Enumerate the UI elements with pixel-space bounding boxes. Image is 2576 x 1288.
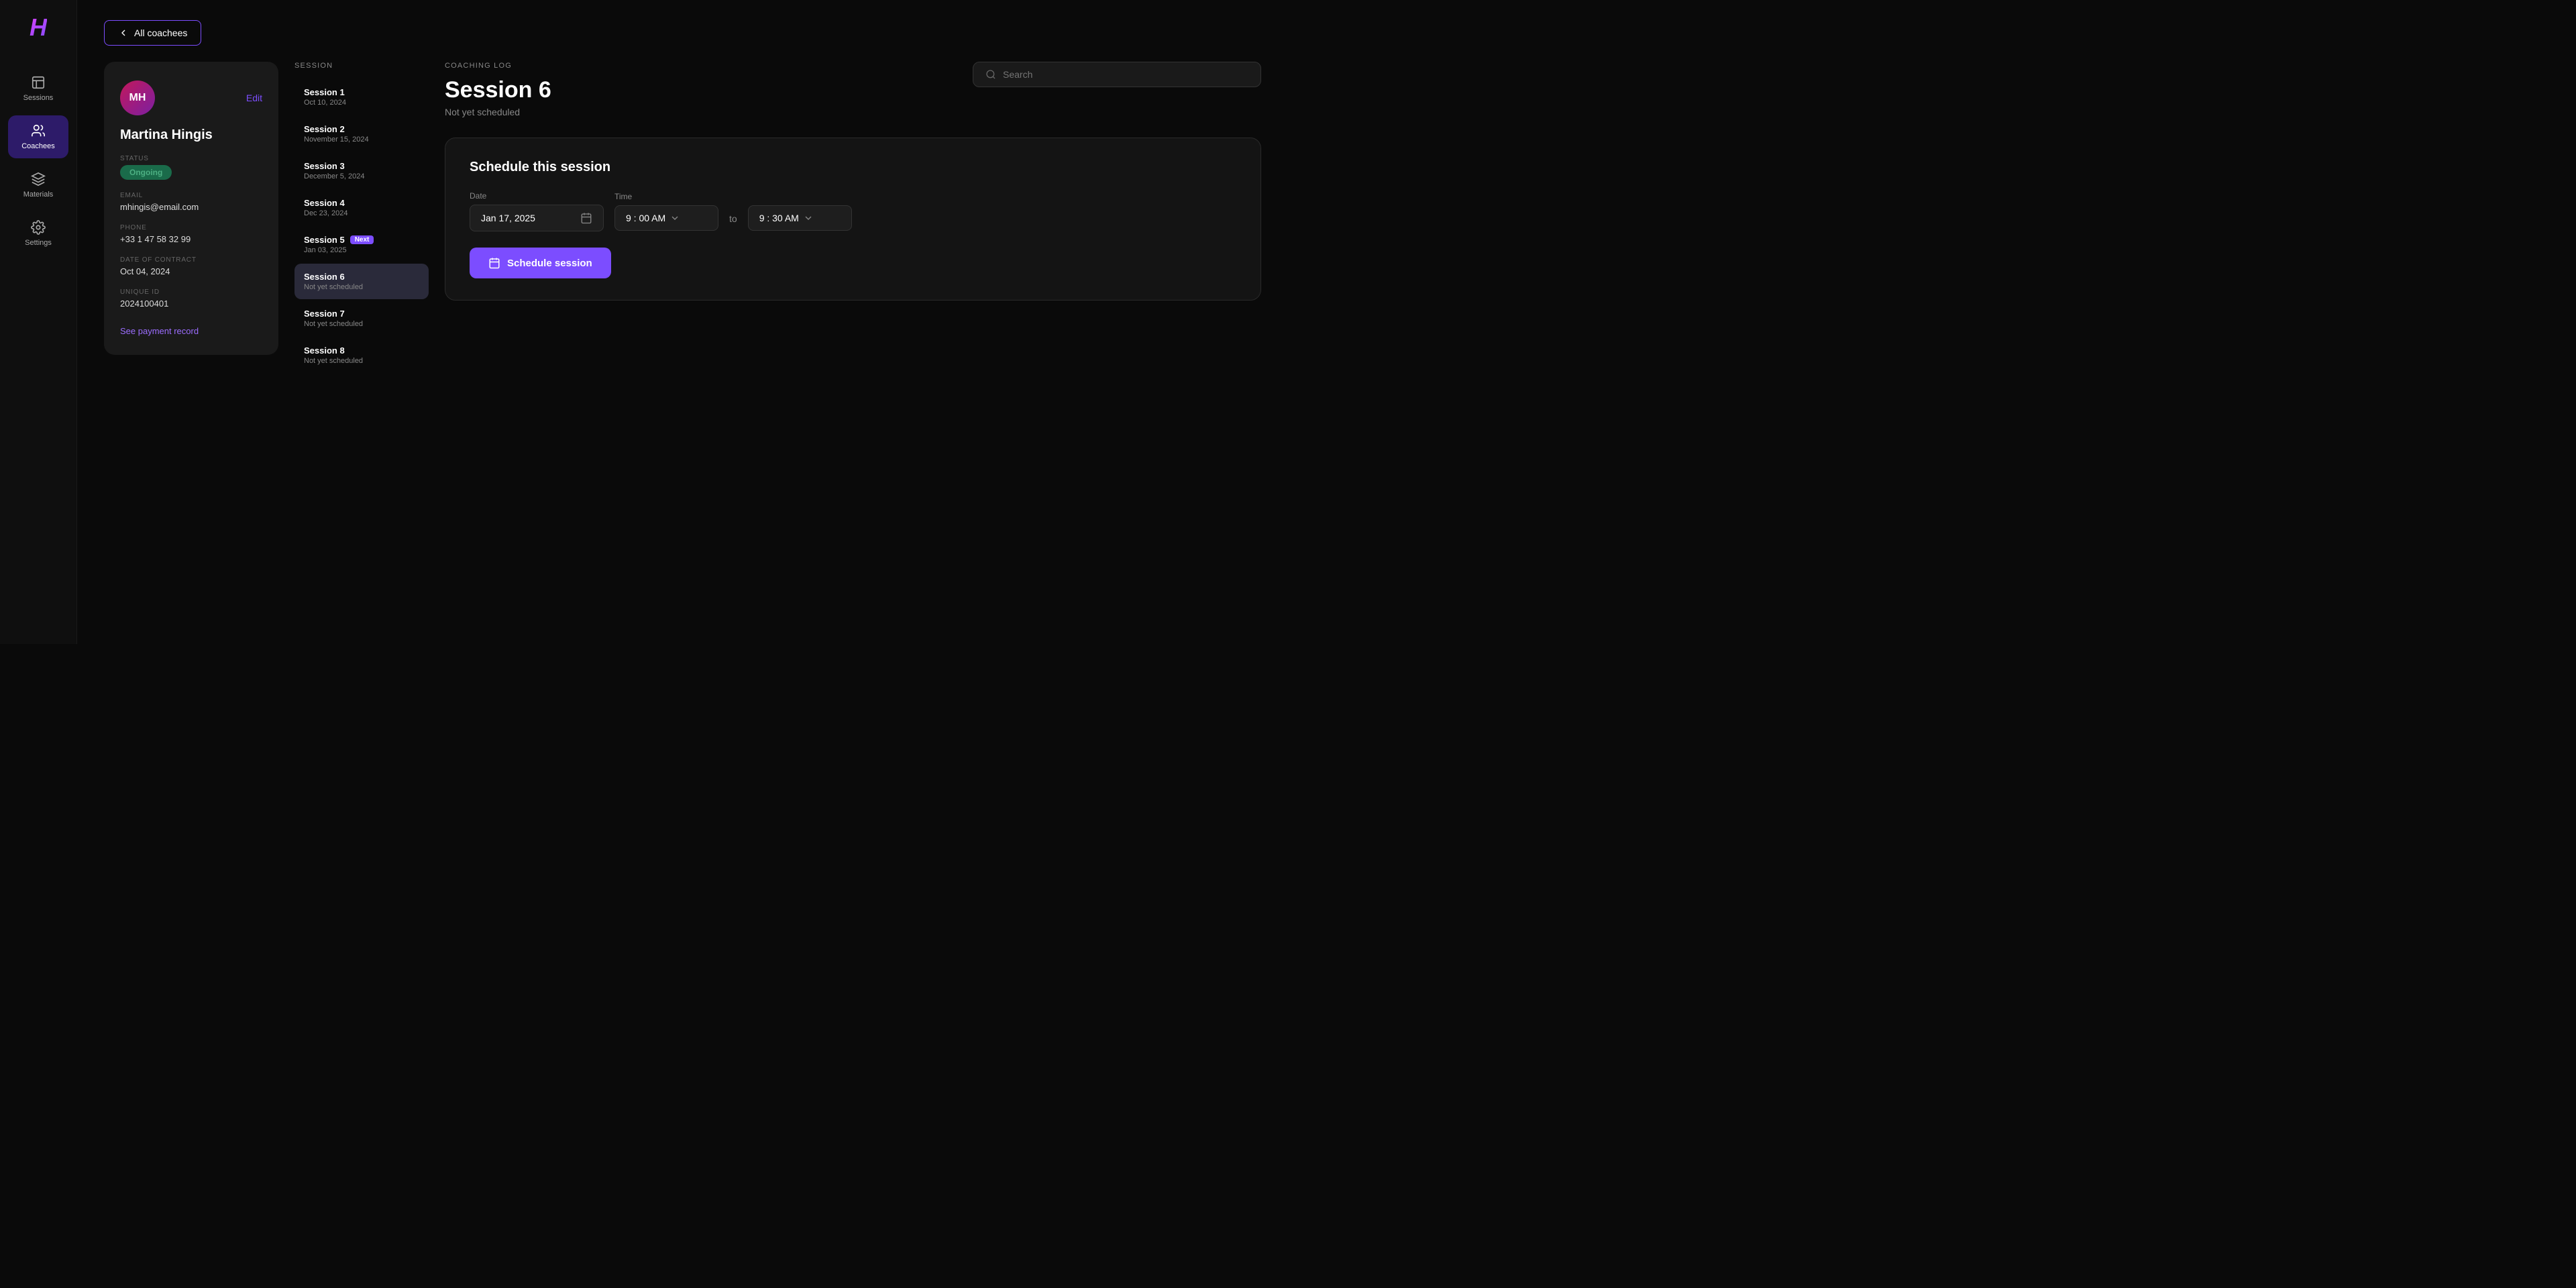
chevron-down-end-icon [803,213,814,223]
sidebar-item-settings[interactable]: Settings [8,212,68,255]
contract-label: DATE OF CONTRACT [120,256,262,264]
schedule-session-button[interactable]: Schedule session [470,248,611,278]
session-subtitle: Not yet scheduled [445,107,551,117]
session-title: Session 6 [445,78,551,103]
date-value: Jan 17, 2025 [481,213,535,223]
session-item-name-8: Session 8 [304,345,419,356]
settings-icon [31,220,46,235]
coaching-title-area: COACHING LOG Session 6 Not yet scheduled [445,62,551,117]
status-label: STATUS [120,155,262,162]
profile-header: MH Edit [120,80,262,115]
session-panel-header: SESSION [294,62,429,70]
session-item-date-2: November 15, 2024 [304,136,419,144]
content-area: MH Edit Martina Hingis STATUS Ongoing EM… [104,62,1261,624]
coachees-icon [31,123,46,138]
time-start-value: 9 : 00 AM [626,213,665,223]
sidebar-item-sessions[interactable]: Sessions [8,67,68,110]
contract-field: DATE OF CONTRACT Oct 04, 2024 [120,256,262,276]
profile-card: MH Edit Martina Hingis STATUS Ongoing EM… [104,62,278,355]
time-label: Time [614,192,718,201]
calendar-check-icon [488,257,500,269]
session-item-name-7: Session 7 [304,309,419,319]
session-item-name-2: Session 2 [304,124,419,134]
sidebar-item-coachees-label: Coachees [21,142,55,150]
unique-id-value: 2024100401 [120,299,262,309]
time-end-select[interactable]: 9 : 30 AM [748,205,852,231]
schedule-card-title: Schedule this session [470,160,1236,175]
session-list-item-2[interactable]: Session 2 November 15, 2024 [294,116,429,152]
session-item-name-5: Session 5Next [304,235,419,245]
search-box[interactable] [973,62,1261,87]
sessions-icon [31,75,46,90]
materials-icon [31,172,46,186]
session-item-name-1: Session 1 [304,87,419,97]
session-item-date-8: Not yet scheduled [304,357,419,365]
email-label: EMAIL [120,192,262,199]
back-button-label: All coachees [134,28,187,38]
back-arrow-icon [118,28,129,38]
sidebar-item-settings-label: Settings [25,239,52,247]
session-item-date-4: Dec 23, 2024 [304,209,419,217]
time-end-field-group: Time 9 : 30 AM [748,192,852,231]
chevron-down-icon [669,213,680,223]
session-list-item-7[interactable]: Session 7Not yet scheduled [294,301,429,336]
to-separator: to [729,213,737,224]
coaching-header: COACHING LOG Session 6 Not yet scheduled [445,62,1261,117]
sidebar-item-sessions-label: Sessions [23,94,54,102]
sidebar: H Sessions Coachees Materials Setti [0,0,77,644]
email-field: EMAIL mhingis@email.com [120,192,262,212]
main-content: All coachees MH Edit Martina Hingis STAT… [77,0,1288,644]
phone-field: PHONE +33 1 47 58 32 99 [120,224,262,244]
session-list-item-5[interactable]: Session 5NextJan 03, 2025 [294,227,429,262]
sidebar-item-materials-label: Materials [23,191,54,199]
phone-value: +33 1 47 58 32 99 [120,234,262,244]
session-list-item-6[interactable]: Session 6Not yet scheduled [294,264,429,299]
session-panel: SESSION Session 1 Oct 10, 2024 Session 2 No… [294,62,429,624]
next-badge: Next [350,235,374,244]
phone-label: PHONE [120,224,262,231]
time-start-field-group: Time 9 : 00 AM [614,192,718,231]
date-field-group: Date Jan 17, 2025 [470,191,604,231]
schedule-card: Schedule this session Date Jan 17, 2025 [445,138,1261,301]
contract-value: Oct 04, 2024 [120,266,262,276]
unique-id-field: UNIQUE ID 2024100401 [120,288,262,309]
payment-record-link[interactable]: See payment record [120,326,262,336]
session-item-date-7: Not yet scheduled [304,320,419,328]
time-end-value: 9 : 30 AM [759,213,799,223]
sidebar-item-coachees[interactable]: Coachees [8,115,68,158]
session-item-date-1: Oct 10, 2024 [304,99,419,107]
sidebar-item-materials[interactable]: Materials [8,164,68,207]
email-value: mhingis@email.com [120,202,262,212]
session-item-date-3: December 5, 2024 [304,172,419,180]
date-label: Date [470,191,604,201]
coaching-area: COACHING LOG Session 6 Not yet scheduled… [445,62,1261,624]
app-logo[interactable]: H [30,13,47,42]
session-list-item-1[interactable]: Session 1 Oct 10, 2024 [294,79,429,115]
calendar-icon [580,212,592,224]
profile-name: Martina Hingis [120,127,262,143]
schedule-button-label: Schedule session [507,258,592,269]
search-icon [985,69,996,80]
schedule-row: Date Jan 17, 2025 Time [470,191,1236,231]
back-button[interactable]: All coachees [104,20,201,46]
session-item-date-5: Jan 03, 2025 [304,246,419,254]
coaching-log-label: COACHING LOG [445,62,551,70]
avatar: MH [120,80,155,115]
status-field: STATUS Ongoing [120,155,262,180]
unique-id-label: UNIQUE ID [120,288,262,296]
session-list-item-3[interactable]: Session 3December 5, 2024 [294,153,429,189]
time-start-select[interactable]: 9 : 00 AM [614,205,718,231]
session-item-name-3: Session 3 [304,161,419,171]
date-input[interactable]: Jan 17, 2025 [470,205,604,231]
status-badge: Ongoing [120,165,172,180]
session-list: Session 1 Oct 10, 2024 Session 2 November 1… [294,79,429,374]
session-item-name-4: Session 4 [304,198,419,208]
session-item-date-6: Not yet scheduled [304,283,419,291]
session-list-item-4[interactable]: Session 4Dec 23, 2024 [294,190,429,225]
search-input[interactable] [1003,69,1248,80]
session-item-name-6: Session 6 [304,272,419,282]
edit-button[interactable]: Edit [246,93,262,103]
session-list-item-8[interactable]: Session 8Not yet scheduled [294,337,429,373]
